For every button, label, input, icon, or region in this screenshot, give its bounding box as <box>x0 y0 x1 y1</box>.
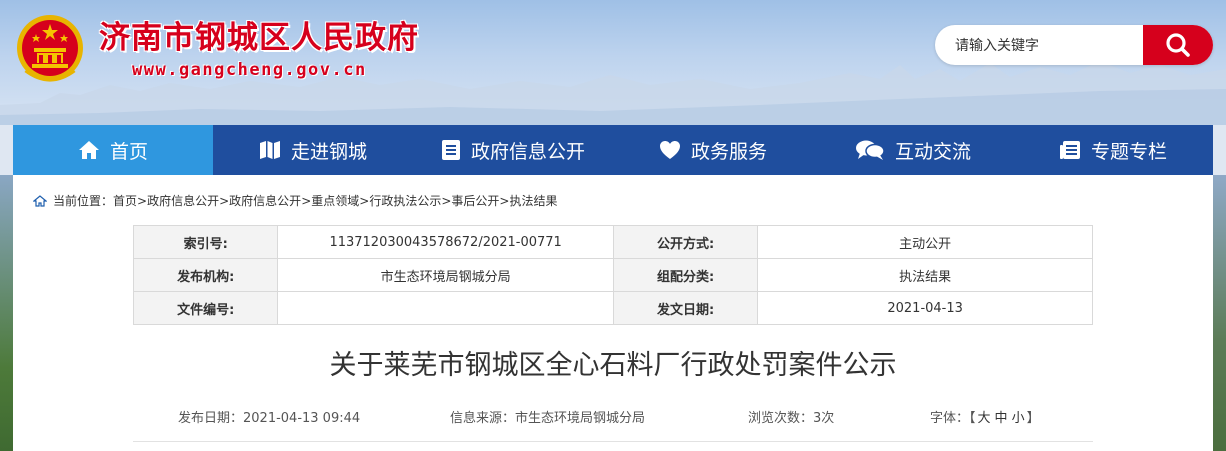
nav-item-about[interactable]: 走进钢城 <box>213 125 413 175</box>
table-row: 索引号: 113712030043578672/2021-00771 公开方式:… <box>132 225 1093 259</box>
breadcrumb-separator: > <box>499 193 510 208</box>
background-decoration-right <box>1213 175 1226 451</box>
meta-label-publisher: 发布机构: <box>132 258 279 292</box>
font-size-small-button[interactable]: 小 <box>1012 411 1025 426</box>
nav-item-label: 首页 <box>109 140 148 163</box>
nav-item-label: 政务服务 <box>690 140 767 163</box>
search-input[interactable] <box>953 25 1157 65</box>
breadcrumb-item-home[interactable]: 首页 <box>113 192 137 209</box>
breadcrumb-prefix: 当前位置： <box>53 194 114 208</box>
nav-item-label: 政府信息公开 <box>470 140 585 163</box>
publish-date: 发布日期：2021-04-13 09:44 <box>178 411 361 426</box>
font-size-control: 字体：【大中小】 <box>930 407 1040 426</box>
document-icon <box>441 140 460 160</box>
font-size-large-button[interactable]: 大 <box>978 411 991 426</box>
meta-value-doc-number <box>277 291 614 325</box>
site-title[interactable]: 济南市钢城区人民政府 <box>99 12 419 57</box>
heart-icon <box>659 141 680 159</box>
divider <box>133 441 1093 442</box>
map-icon <box>259 141 280 159</box>
breadcrumb-separator: > <box>219 193 230 208</box>
view-count: 浏览次数：3次 <box>748 411 835 426</box>
font-size-bracket-close: 】 <box>1026 411 1040 426</box>
table-row: 发布机构: 市生态环境局钢城分局 组配分类: 执法结果 <box>132 258 1093 292</box>
site-header: 济南市钢城区人民政府 www.gangcheng.gov.cn <box>0 0 1226 125</box>
background-decoration-left <box>0 175 13 451</box>
location-home-icon <box>33 194 47 207</box>
national-emblem-icon <box>17 15 83 82</box>
search-box <box>935 25 1213 65</box>
breadcrumb-separator: > <box>359 193 370 208</box>
table-row: 文件编号: 发文日期: 2021-04-13 <box>132 291 1093 325</box>
breadcrumb-item-key-areas[interactable]: 重点领域 <box>311 192 359 209</box>
meta-value-category: 执法结果 <box>757 258 1093 292</box>
nav-item-label: 走进钢城 <box>290 140 367 163</box>
meta-label-category: 组配分类: <box>612 258 759 292</box>
nav-item-interaction[interactable]: 互动交流 <box>813 125 1013 175</box>
meta-label-doc-number: 文件编号: <box>132 291 279 325</box>
meta-label-issue-date: 发文日期: <box>612 291 759 325</box>
site-url[interactable]: www.gangcheng.gov.cn <box>132 60 367 80</box>
newspaper-icon <box>1059 141 1080 159</box>
breadcrumb-item-enforcement[interactable]: 行政执法公示 <box>369 192 441 209</box>
meta-label-index: 索引号: <box>132 225 279 259</box>
home-icon <box>78 141 99 159</box>
meta-value-publisher: 市生态环境局钢城分局 <box>277 258 614 292</box>
meta-value-disclosure-method: 主动公开 <box>757 225 1093 259</box>
nav-item-info-disclosure[interactable]: 政府信息公开 <box>413 125 613 175</box>
font-size-label: 字体： <box>930 411 970 426</box>
breadcrumb-item-post-disclosure[interactable]: 事后公开 <box>451 192 499 209</box>
breadcrumb: 当前位置： 首页 > 政府信息公开 > 政府信息公开 > 重点领域 > 行政执法… <box>33 192 558 209</box>
search-button[interactable] <box>1143 25 1213 65</box>
breadcrumb-separator: > <box>301 193 312 208</box>
font-size-medium-button[interactable]: 中 <box>995 411 1008 426</box>
main-content: 当前位置： 首页 > 政府信息公开 > 政府信息公开 > 重点领域 > 行政执法… <box>13 175 1213 451</box>
breadcrumb-separator: > <box>137 193 148 208</box>
nav-item-special-topics[interactable]: 专题专栏 <box>1013 125 1213 175</box>
font-size-bracket-open: 【 <box>969 411 976 426</box>
nav-item-services[interactable]: 政务服务 <box>613 125 813 175</box>
document-meta-table: 索引号: 113712030043578672/2021-00771 公开方式:… <box>132 225 1093 325</box>
meta-label-disclosure-method: 公开方式: <box>612 225 759 259</box>
nav-item-home[interactable]: 首页 <box>13 125 213 175</box>
meta-value-index: 113712030043578672/2021-00771 <box>277 225 614 259</box>
nav-item-label: 专题专栏 <box>1090 140 1167 163</box>
info-source: 信息来源：市生态环境局钢城分局 <box>450 411 646 426</box>
meta-value-issue-date: 2021-04-13 <box>757 291 1093 325</box>
nav-item-label: 互动交流 <box>894 140 971 163</box>
breadcrumb-separator: > <box>441 193 452 208</box>
main-nav: 首页 走进钢城 政府信息公开 政务服务 互动交流 专题专栏 <box>13 125 1213 175</box>
breadcrumb-item-results[interactable]: 执法结果 <box>509 192 557 209</box>
search-icon <box>1166 33 1190 57</box>
article-title: 关于莱芜市钢城区全心石料厂行政处罚案件公示 <box>329 350 897 381</box>
chat-icon <box>855 140 885 160</box>
breadcrumb-item-info-disclosure-sub[interactable]: 政府信息公开 <box>229 192 301 209</box>
breadcrumb-item-info-disclosure[interactable]: 政府信息公开 <box>147 192 219 209</box>
